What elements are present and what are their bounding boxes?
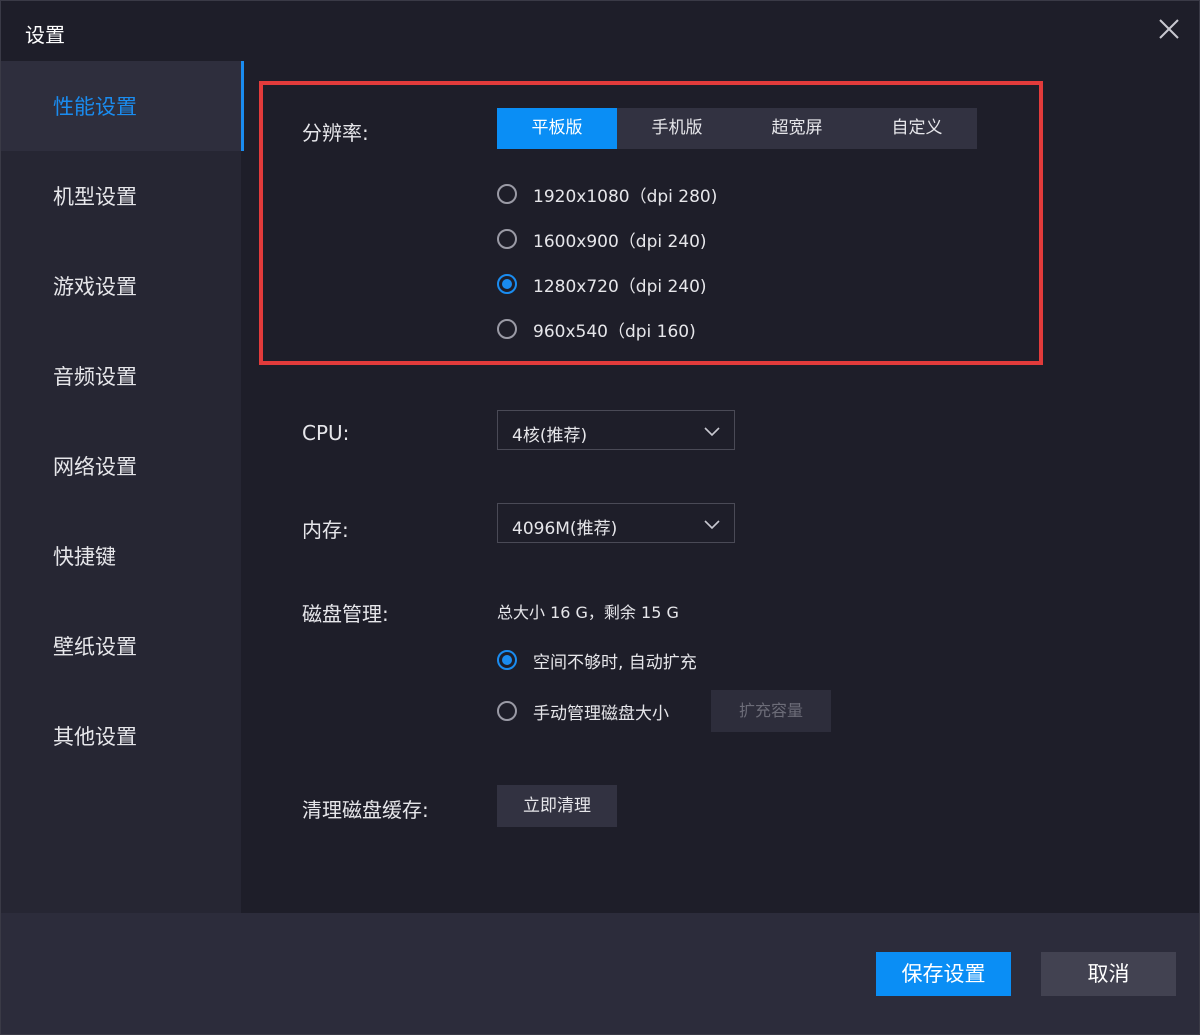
- tab-tablet[interactable]: 平板版: [497, 108, 617, 149]
- sidebar-item-performance[interactable]: 性能设置: [1, 61, 244, 151]
- sidebar-item-network[interactable]: 网络设置: [1, 421, 241, 511]
- close-icon[interactable]: [1155, 15, 1183, 43]
- settings-window: 设置 性能设置 机型设置 游戏设置 音频设置 网络设置 快捷键 壁纸设置 其他设…: [0, 0, 1200, 1035]
- resolution-option-1600[interactable]: 1600x900（dpi 240): [497, 225, 707, 253]
- cpu-select[interactable]: 4核(推荐): [497, 410, 735, 450]
- sidebar-item-label: 性能设置: [53, 95, 137, 119]
- tab-custom[interactable]: 自定义: [857, 108, 977, 149]
- radio-button[interactable]: [497, 319, 517, 339]
- sidebar-item-device-model[interactable]: 机型设置: [1, 151, 241, 241]
- settings-content: 分辨率: 平板版 手机版 超宽屏 自定义 1920x1080（dpi 280) …: [244, 61, 1199, 913]
- disk-auto-expand-option[interactable]: 空间不够时, 自动扩充: [497, 646, 697, 674]
- chevron-down-icon: [704, 516, 720, 535]
- window-title: 设置: [25, 23, 65, 47]
- radio-label: 1280x720（dpi 240): [533, 276, 707, 297]
- tab-ultrawide[interactable]: 超宽屏: [737, 108, 857, 149]
- sidebar-item-label: 壁纸设置: [53, 635, 137, 659]
- sidebar-item-label: 音频设置: [53, 365, 137, 389]
- sidebar-item-label: 游戏设置: [53, 275, 137, 299]
- sidebar-item-label: 网络设置: [53, 455, 137, 479]
- disk-size-info: 总大小 16 G，剩余 15 G: [497, 603, 679, 622]
- sidebar-item-label: 机型设置: [53, 185, 137, 209]
- radio-button[interactable]: [497, 229, 517, 249]
- sidebar-item-label: 其他设置: [53, 725, 137, 749]
- radio-label: 1920x1080（dpi 280): [533, 186, 718, 207]
- radio-label: 空间不够时, 自动扩充: [533, 652, 697, 673]
- clean-now-button[interactable]: 立即清理: [497, 785, 617, 827]
- radio-button[interactable]: [497, 184, 517, 204]
- tab-phone[interactable]: 手机版: [617, 108, 737, 149]
- save-button[interactable]: 保存设置: [876, 952, 1011, 996]
- cancel-button[interactable]: 取消: [1041, 952, 1176, 996]
- radio-button-checked[interactable]: [497, 650, 517, 670]
- resolution-option-960[interactable]: 960x540（dpi 160): [497, 315, 696, 343]
- resolution-label: 分辨率:: [302, 121, 369, 145]
- dialog-footer: 保存设置 取消: [1, 913, 1199, 1034]
- sidebar-item-game[interactable]: 游戏设置: [1, 241, 241, 331]
- sidebar-item-audio[interactable]: 音频设置: [1, 331, 241, 421]
- settings-sidebar: 性能设置 机型设置 游戏设置 音频设置 网络设置 快捷键 壁纸设置 其他设置: [1, 61, 244, 913]
- sidebar-item-wallpaper[interactable]: 壁纸设置: [1, 601, 241, 691]
- radio-label: 960x540（dpi 160): [533, 321, 696, 342]
- cpu-select-value: 4核(推荐): [512, 426, 588, 446]
- cpu-label: CPU:: [302, 421, 350, 445]
- cache-label: 清理磁盘缓存:: [302, 798, 429, 822]
- resolution-option-1920[interactable]: 1920x1080（dpi 280): [497, 180, 717, 208]
- memory-label: 内存:: [302, 518, 349, 542]
- resolution-tabs: 平板版 手机版 超宽屏 自定义: [497, 108, 977, 149]
- radio-label: 1600x900（dpi 240): [533, 231, 707, 252]
- expand-capacity-button[interactable]: 扩充容量: [711, 690, 831, 732]
- memory-select-value: 4096M(推荐): [512, 519, 618, 539]
- sidebar-item-other[interactable]: 其他设置: [1, 691, 241, 781]
- sidebar-item-label: 快捷键: [53, 545, 116, 569]
- disk-manual-option[interactable]: 手动管理磁盘大小: [497, 697, 669, 725]
- radio-label: 手动管理磁盘大小: [533, 703, 669, 724]
- radio-button[interactable]: [497, 701, 517, 721]
- sidebar-item-shortcuts[interactable]: 快捷键: [1, 511, 241, 601]
- resolution-option-1280[interactable]: 1280x720（dpi 240): [497, 270, 707, 298]
- memory-select[interactable]: 4096M(推荐): [497, 503, 735, 543]
- title-bar: 设置: [1, 1, 1199, 61]
- radio-button-checked[interactable]: [497, 274, 517, 294]
- disk-label: 磁盘管理:: [302, 602, 389, 626]
- chevron-down-icon: [704, 423, 720, 442]
